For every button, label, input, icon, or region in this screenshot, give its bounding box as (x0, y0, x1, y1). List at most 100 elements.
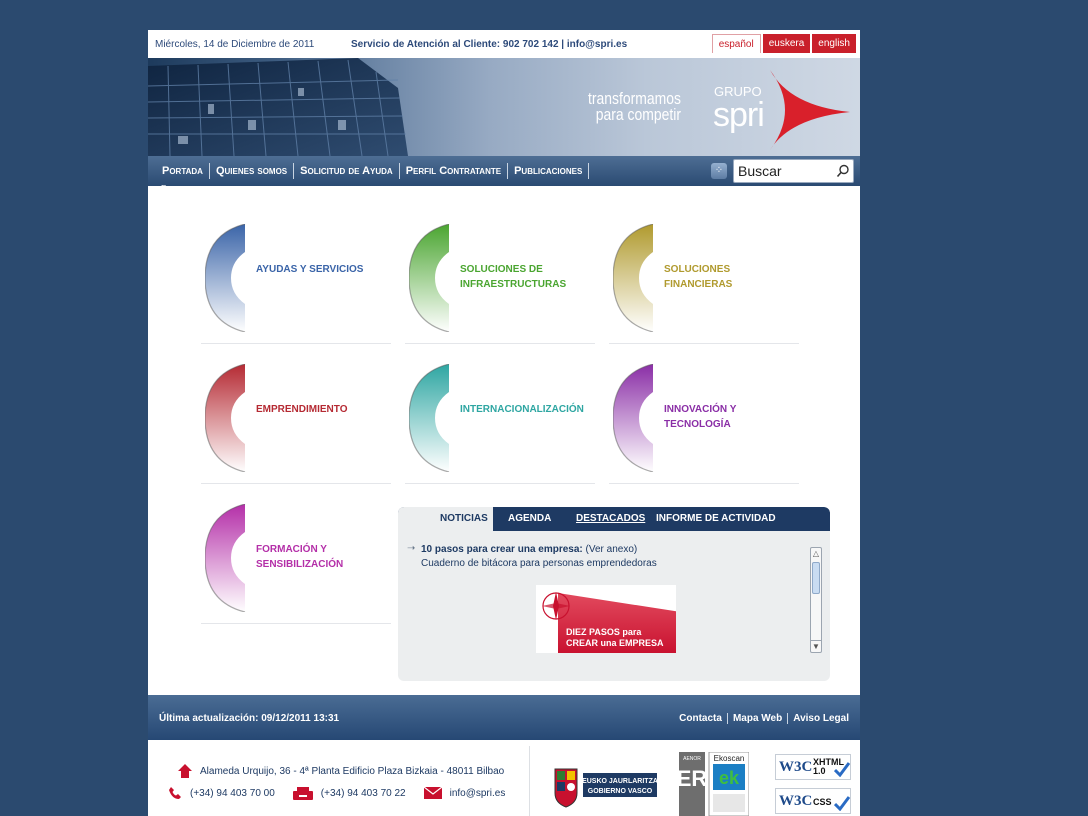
search-input[interactable] (738, 162, 833, 180)
logo-spri-text: spri (713, 96, 765, 134)
slogan: transformamos para competir (588, 90, 681, 123)
checkmark-icon (834, 796, 850, 811)
page: Miércoles, 14 de Diciembre de 2011 Servi… (148, 30, 860, 816)
news-tabs: NOTICIAS AGENDA DESTACADOS INFORME DE AC… (398, 507, 830, 531)
gobierno-vasco-logo[interactable]: EUSKO JAURLARITZA GOBIERNO VASCO (551, 765, 661, 809)
tile-label-line-2: INFRAESTRUCTURAS (460, 279, 567, 290)
rss-icon[interactable]: ⁘ (711, 163, 727, 179)
phone-number: (+34) 94 403 70 00 (190, 787, 275, 799)
certification-badges: AENOR ER Ekoscan ek (679, 752, 749, 816)
tile-ayudas-servicios[interactable]: AYUDAS Y SERVICIOS (201, 220, 391, 344)
footer-link-mapa-web[interactable]: Mapa Web (726, 713, 787, 724)
tile-arc-icon (613, 224, 654, 332)
nav-publicaciones[interactable]: Publicaciones (508, 163, 590, 179)
customer-service-info: Servicio de Atención al Cliente: 902 702… (351, 39, 628, 50)
footer-links: Contacta Mapa Web Aviso Legal (674, 713, 854, 724)
news-bullet-icon: ➝ (407, 543, 416, 554)
email-icon (423, 787, 442, 799)
scroll-up-icon[interactable]: △ (811, 548, 821, 560)
tile-divider (405, 483, 595, 484)
tile-internacionalizacion[interactable]: INTERNACIONALIZACIÓN (405, 360, 595, 484)
tile-label: EMPRENDIMIENTO (256, 404, 348, 415)
compass-icon (542, 592, 570, 620)
tab-noticias[interactable]: NOTICIAS (440, 513, 488, 524)
lang-espanol[interactable]: español (711, 34, 761, 53)
tile-label: AYUDAS Y SERVICIOS (256, 264, 364, 275)
w3c-xhtml-badge[interactable]: W3C XHTML 1.0 (775, 754, 851, 780)
tab-agenda[interactable]: AGENDA (508, 513, 551, 524)
current-date: Miércoles, 14 de Diciembre de 2011 (155, 39, 315, 50)
lang-euskera[interactable]: euskera (762, 34, 811, 53)
news-image-line-1: DIEZ PASOS para (566, 627, 642, 637)
footer-link-aviso-legal[interactable]: Aviso Legal (787, 713, 854, 724)
news-attachment-link[interactable]: (Ver anexo) (586, 544, 638, 555)
nav-portada[interactable]: Portada (156, 163, 210, 179)
tab-destacados[interactable]: DESTACADOS (576, 513, 645, 524)
header-banner: transformamos para competir GRUPO spri (148, 58, 860, 156)
tile-innovacion-tecnologia[interactable]: INNOVACIÓN Y TECNOLOGÍA (609, 360, 799, 484)
tile-soluciones-infraestructuras[interactable]: SOLUCIONES DE INFRAESTRUCTURAS (405, 220, 595, 344)
tile-label-line-2: SENSIBILIZACIÓN (256, 559, 344, 570)
news-headline[interactable]: 10 pasos para crear una empresa: (421, 544, 583, 555)
footer-link-contacta[interactable]: Contacta (674, 713, 727, 724)
gov-line-2: GOBIERNO VASCO (588, 788, 653, 795)
tile-emprendimiento[interactable]: EMPRENDIMIENTO (201, 360, 391, 484)
tile-label: SOLUCIONES DE INFRAESTRUCTURAS (460, 262, 566, 292)
tile-divider (201, 343, 391, 344)
search-icon[interactable] (836, 164, 850, 178)
lang-english[interactable]: english (812, 34, 856, 53)
nav-perfil-contratante[interactable]: Perfil Contratante (400, 163, 509, 179)
scroll-thumb[interactable] (812, 562, 820, 594)
tile-soluciones-financieras[interactable]: SOLUCIONES FINANCIERAS (609, 220, 799, 344)
news-item-image[interactable]: DIEZ PASOS para CREAR una EMPRESA (536, 585, 676, 653)
phone-icon (169, 787, 181, 799)
last-updated: Última actualización: 09/12/2011 13:31 (159, 713, 340, 724)
address-text: Alameda Urquijo, 36 - 4ª Planta Edificio… (200, 765, 505, 777)
nav-solicitud-ayuda[interactable]: Solicitud de Ayuda (294, 163, 400, 179)
nav-overflow-item[interactable]: E... (161, 184, 173, 193)
tile-label: INNOVACIÓN Y TECNOLOGÍA (664, 402, 736, 432)
contact-row: (+34) 94 403 70 00 (+34) 94 403 70 22 in… (168, 786, 523, 800)
nav-quienes-somos[interactable]: Quienes somos (210, 163, 295, 179)
w3c-logo-text: W3C (779, 793, 813, 809)
address-row: Alameda Urquijo, 36 - 4ª Planta Edificio… (178, 764, 504, 778)
news-item-subtitle: Cuaderno de bitácora para personas empre… (421, 558, 657, 569)
tile-arc-icon (205, 364, 246, 472)
spri-arrow-logo-icon (770, 70, 850, 150)
fax-icon (292, 787, 313, 800)
tab-informe-actividad[interactable]: INFORME DE ACTIVIDAD (656, 513, 776, 524)
w3c-css-badge[interactable]: W3C CSS (775, 788, 851, 814)
tile-label-line-1: FORMACIÓN Y (256, 544, 327, 555)
news-scrollbar[interactable]: △ ▼ (810, 547, 822, 653)
news-panel: NOTICIAS AGENDA DESTACADOS INFORME DE AC… (398, 507, 830, 681)
tile-label-line-2: TECNOLOGÍA (664, 419, 731, 430)
tile-divider (609, 343, 799, 344)
tile-arc-icon (409, 364, 450, 472)
scroll-down-icon[interactable]: ▼ (811, 640, 821, 652)
fax-number: (+34) 94 403 70 22 (320, 787, 406, 799)
gov-line-1: EUSKO JAURLARITZA (582, 778, 658, 785)
css-label: CSS (813, 797, 832, 807)
aenor-label: AENOR (683, 756, 701, 762)
tile-label: FORMACIÓN Y SENSIBILIZACIÓN (256, 542, 343, 572)
language-switcher: español euskera english (711, 34, 856, 53)
main-nav: Portada Quienes somos Solicitud de Ayuda… (148, 156, 860, 193)
tile-divider (201, 483, 391, 484)
aenor-er-mark: ER (679, 766, 707, 791)
tile-label-line-1: SOLUCIONES DE (460, 264, 543, 275)
email-link[interactable]: info@spri.es (450, 788, 506, 799)
tile-label: INTERNACIONALIZACIÓN (460, 404, 584, 415)
search-box (733, 159, 854, 183)
tile-formacion-sensibilizacion[interactable]: FORMACIÓN Y SENSIBILIZACIÓN (201, 500, 391, 624)
news-image-line-2: CREAR una EMPRESA (566, 638, 664, 648)
tile-arc-icon (205, 504, 246, 612)
footer-divider (529, 746, 530, 816)
building-photo (148, 58, 408, 156)
footer-bar: Última actualización: 09/12/2011 13:31 C… (148, 695, 860, 740)
tile-divider (609, 483, 799, 484)
tile-arc-icon (613, 364, 654, 472)
tile-label: SOLUCIONES FINANCIERAS (664, 264, 733, 290)
tile-label-line-1: INNOVACIÓN Y (664, 404, 737, 415)
w3c-logo-text: W3C (779, 759, 813, 775)
news-item-title: 10 pasos para crear una empresa: (Ver an… (421, 544, 637, 555)
